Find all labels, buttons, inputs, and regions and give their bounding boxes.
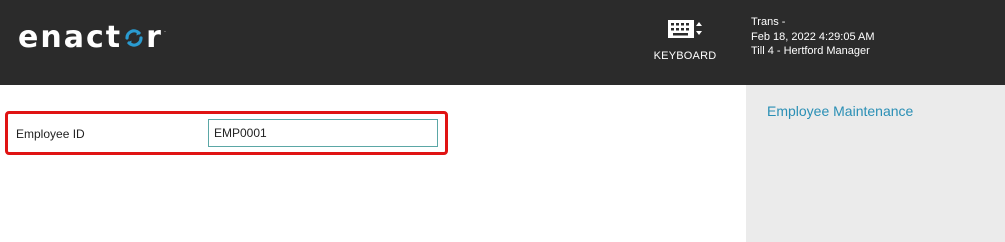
status-info: Trans - Feb 18, 2022 4:29:05 AM Till 4 -… bbox=[751, 15, 875, 59]
logo-trademark: . bbox=[163, 26, 169, 34]
app-header: enact r . KEYBOARD Trans - Feb 18, 2022 … bbox=[0, 0, 1005, 85]
keyboard-button[interactable]: KEYBOARD bbox=[650, 14, 720, 70]
employee-id-label: Employee ID bbox=[16, 127, 85, 141]
employee-id-input[interactable] bbox=[208, 119, 438, 147]
transaction-status: Trans - bbox=[751, 16, 786, 28]
employee-maintenance-link[interactable]: Employee Maintenance bbox=[767, 103, 913, 119]
status-datetime: Feb 18, 2022 4:29:05 AM bbox=[751, 30, 875, 43]
enactor-logo: enact r . bbox=[18, 18, 168, 58]
logo-text-end: r bbox=[146, 20, 163, 55]
logo-text-start: enact bbox=[18, 20, 123, 55]
keyboard-label: KEYBOARD bbox=[653, 50, 717, 62]
logo-sync-icon bbox=[125, 29, 143, 47]
main-content: Employee ID bbox=[0, 85, 746, 242]
sidebar: Employee Maintenance bbox=[746, 85, 1005, 242]
keyboard-icon bbox=[668, 20, 702, 38]
terminal-info: Till 4 - Hertford Manager bbox=[751, 45, 870, 57]
